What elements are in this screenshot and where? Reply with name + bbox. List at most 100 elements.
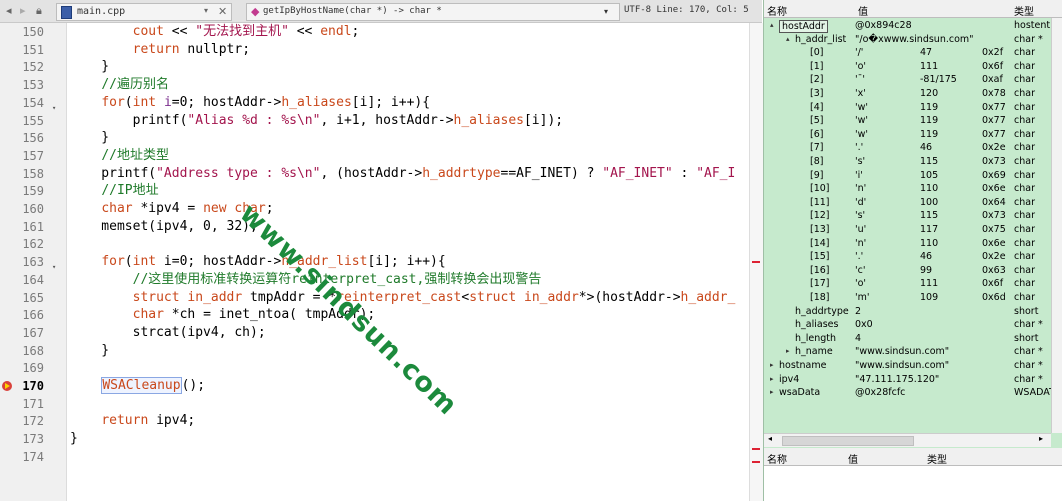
watch-decimal: 110	[920, 183, 939, 195]
watch-row[interactable]: [3] 'x' 120 0x78 char	[764, 87, 1062, 101]
watch-row[interactable]: [1] 'o' 111 0x6f char	[764, 60, 1062, 74]
watch-row[interactable]: [18] 'm' 109 0x6d char	[764, 291, 1062, 305]
code-line[interactable]: 154 ▾ for(int i=0; hostAddr->h_aliases[i]…	[0, 94, 762, 112]
watch-decimal: 99	[920, 264, 933, 276]
column-header-type[interactable]: 类型	[927, 451, 947, 466]
column-header-name[interactable]: 名称	[767, 451, 787, 466]
watch-row[interactable]: ▸ ipv4 "47.111.175.120" char *	[764, 373, 1062, 387]
watch-type: char	[1014, 264, 1035, 276]
column-header-value[interactable]: 值	[848, 451, 858, 466]
watch-row[interactable]: [13] 'u' 117 0x75 char	[764, 223, 1062, 237]
code-line[interactable]: 173}	[0, 430, 762, 448]
code-line[interactable]: 156 }	[0, 129, 762, 147]
file-dropdown-icon[interactable]: ▾	[204, 6, 208, 15]
code-line[interactable]: 162	[0, 235, 762, 253]
watch-row[interactable]: [10] 'n' 110 0x6e char	[764, 182, 1062, 196]
watch-type: char	[1014, 292, 1035, 303]
watch-row[interactable]: ▸ wsaData @0x28fcfc WSADATA	[764, 386, 1062, 400]
column-header-type[interactable]: 类型	[1014, 3, 1034, 18]
code-line[interactable]: 151 return nullptr;	[0, 41, 762, 59]
code-line[interactable]: 159 //IP地址	[0, 182, 762, 200]
watch-row[interactable]: h_aliases 0x0 char *	[764, 318, 1062, 332]
code-line[interactable]: 150 cout << "无法找到主机" << endl;	[0, 23, 762, 41]
watch-row[interactable]: [12] 's' 115 0x73 char	[764, 209, 1062, 223]
function-selector[interactable]: ◆ getIpByHostName(char *) -> char * ▾	[246, 3, 620, 21]
column-header-name[interactable]: 名称	[767, 3, 787, 18]
code-line[interactable]: 153 //遍历别名	[0, 76, 762, 94]
line-number: 172	[22, 414, 44, 429]
watch-row[interactable]: [16] 'c' 99 0x63 char	[764, 264, 1062, 278]
watch-row[interactable]: [8] 's' 115 0x73 char	[764, 155, 1062, 169]
collapse-arrow-icon[interactable]: ▴	[786, 33, 790, 47]
watch-row[interactable]: ▸ h_name "www.sindsun.com" char *	[764, 345, 1062, 359]
watch-name: [18]	[810, 292, 830, 303]
watch-row[interactable]: [6] 'w' 119 0x77 char	[764, 128, 1062, 142]
forward-arrow-icon[interactable]: ▸	[20, 4, 26, 17]
code-line[interactable]: 163 ▾ for(int i=0; hostAddr->h_addr_list[…	[0, 253, 762, 271]
code-text: cout << "无法找到主机" << endl;	[132, 24, 360, 39]
watch-horizontal-scrollbar[interactable]: ◂ ▸	[764, 433, 1051, 447]
watch-type: char	[1014, 115, 1035, 127]
expand-arrow-icon[interactable]: ▸	[770, 359, 774, 373]
line-number: 156	[22, 131, 44, 146]
scrollbar-thumb[interactable]	[782, 436, 914, 446]
watch-decimal: 117	[920, 224, 939, 235]
watch-row[interactable]: h_length 4 short	[764, 332, 1062, 346]
watch-vertical-scrollbar[interactable]	[1051, 18, 1062, 433]
code-line[interactable]: 155 printf("Alias %d : %s\n", i+1, hostA…	[0, 112, 762, 130]
lock-icon[interactable]: 🔒︎	[36, 4, 42, 18]
scroll-marker	[752, 261, 760, 263]
code-editor[interactable]: 150 cout << "无法找到主机" << endl; 151 return …	[0, 23, 763, 501]
expand-arrow-icon[interactable]: ▸	[770, 373, 774, 387]
watch-name: [16]	[810, 264, 830, 276]
watch-type: char	[1014, 183, 1035, 195]
watch-type: char	[1014, 278, 1035, 290]
watch-row[interactable]: [4] 'w' 119 0x77 char	[764, 101, 1062, 115]
watch-row[interactable]: [11] 'd' 100 0x64 char	[764, 196, 1062, 210]
code-line[interactable]: 161 memset(ipv4, 0, 32);	[0, 218, 762, 236]
code-line[interactable]: 172 return ipv4;	[0, 412, 762, 430]
code-line[interactable]: 165 struct in_addr tmpAddr = *reinterpre…	[0, 289, 762, 307]
line-number: 151	[22, 42, 44, 57]
watch-row[interactable]: [7] '.' 46 0x2e char	[764, 141, 1062, 155]
close-icon[interactable]: ✕	[218, 5, 227, 18]
watch-row[interactable]: [14] 'n' 110 0x6e char	[764, 237, 1062, 251]
function-icon: ◆	[251, 5, 260, 18]
code-line[interactable]: 174	[0, 448, 762, 466]
watch-row[interactable]: ▴ hostAddr @0x894c28 hostent	[764, 19, 1062, 33]
line-number: 165	[22, 290, 44, 305]
watch-row[interactable]: h_addrtype 2 short	[764, 305, 1062, 319]
code-line[interactable]: 170 WSACleanup();	[0, 377, 762, 395]
watch-row[interactable]: ▴ h_addr_list "/o�xwww.sindsun.com" char *	[764, 33, 1062, 47]
watch-decimal: 47	[920, 47, 933, 59]
scroll-left-icon[interactable]: ◂	[768, 434, 772, 443]
code-text: //地址类型	[101, 147, 169, 163]
watch-type: short	[1014, 305, 1039, 317]
code-line[interactable]: 171	[0, 395, 762, 413]
watch-row[interactable]: [5] 'w' 119 0x77 char	[764, 114, 1062, 128]
code-line[interactable]: 152 }	[0, 58, 762, 76]
watch-row[interactable]: [17] 'o' 111 0x6f char	[764, 277, 1062, 291]
collapse-arrow-icon[interactable]: ▴	[770, 19, 774, 33]
watch-row[interactable]: [2] '¯' -81/175 0xaf char	[764, 73, 1062, 87]
expand-arrow-icon[interactable]: ▸	[770, 386, 774, 400]
back-arrow-icon[interactable]: ◂	[6, 4, 12, 17]
code-line[interactable]: 160 char *ipv4 = new char;	[0, 200, 762, 218]
code-line[interactable]: 164 //这里使用标准转换运算符reinterpret_cast,强制转换会出…	[0, 271, 762, 289]
watch-row[interactable]: [0] '/' 47 0x2f char	[764, 46, 1062, 60]
watch-row[interactable]: ▸ hostname "www.sindsun.com" char *	[764, 359, 1062, 373]
code-line[interactable]: 158 printf("Address type : %s\n", (hostA…	[0, 165, 762, 183]
scroll-right-icon[interactable]: ▸	[1039, 434, 1043, 443]
breakpoint-icon[interactable]	[2, 381, 12, 391]
watch-value: 'u'	[855, 224, 867, 235]
file-tab[interactable]: main.cpp ▾ ✕	[56, 3, 232, 21]
watch-value: 'x'	[855, 88, 866, 99]
code-text: for(int i=0; hostAddr->h_addr_list[i]; i…	[101, 254, 446, 270]
code-line[interactable]: 157 //地址类型	[0, 147, 762, 165]
expand-arrow-icon[interactable]: ▸	[786, 345, 790, 359]
code-text: return ipv4;	[101, 413, 196, 429]
watch-row[interactable]: [15] '.' 46 0x2e char	[764, 250, 1062, 264]
watch-row[interactable]: [9] 'i' 105 0x69 char	[764, 169, 1062, 183]
column-header-value[interactable]: 值	[858, 3, 868, 18]
chevron-down-icon[interactable]: ▾	[604, 7, 608, 16]
